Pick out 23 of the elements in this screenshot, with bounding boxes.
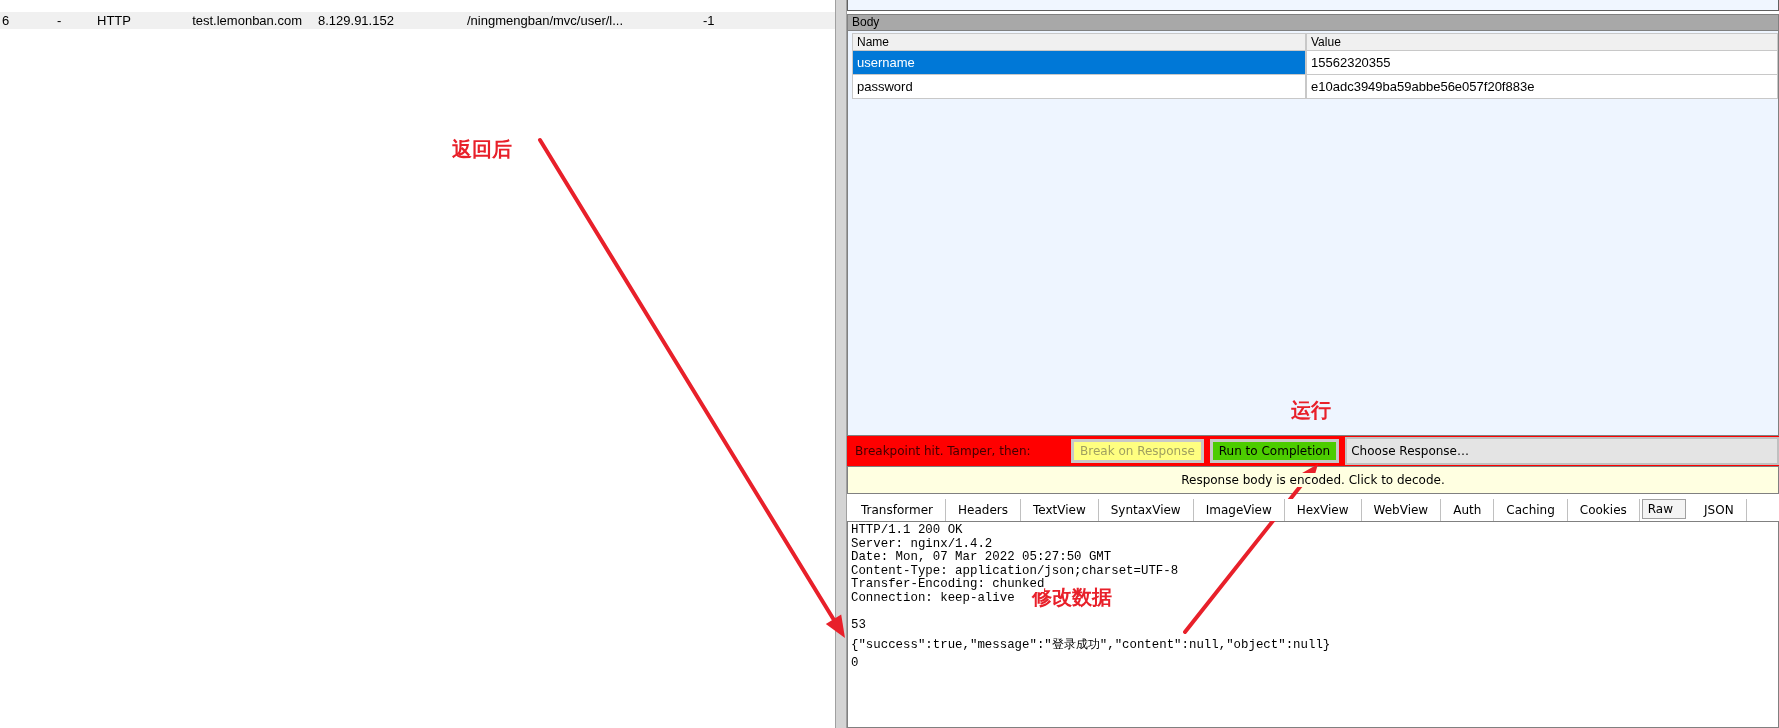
table-cell[interactable]: 15562320355	[1306, 51, 1778, 75]
session-cell-text: HTTP	[96, 13, 132, 28]
session-cell-text: 6	[1, 13, 11, 28]
table-cell[interactable]: username	[852, 51, 1306, 75]
tab[interactable]: HexView	[1284, 499, 1362, 521]
session-cell-text: 8.129.91.152	[317, 13, 395, 28]
response-dropdown[interactable]: Choose Response…	[1345, 437, 1779, 465]
column-header[interactable]: Name	[852, 33, 1306, 51]
annotation-label: 返回后	[452, 136, 512, 163]
section-header: Body	[847, 14, 1779, 31]
pane-splitter[interactable]	[835, 0, 847, 728]
annotation-label: 运行	[1291, 397, 1331, 424]
breakpoint-label: Breakpoint hit. Tamper, then:	[855, 444, 1032, 458]
session-cell-text: test.lemonban.com	[191, 13, 303, 28]
session-cell-text: -1	[702, 13, 716, 28]
run-button[interactable]: Run to Completion	[1209, 439, 1340, 463]
table-cell[interactable]: password	[852, 75, 1306, 99]
session-cell-text: /ningmengban/mvc/user/l...	[466, 13, 625, 28]
table-cell[interactable]: e10adc3949ba59abbe56e057f20f883e	[1306, 75, 1778, 99]
column-header[interactable]: Value	[1306, 33, 1778, 51]
tab[interactable]: Raw	[1641, 499, 1687, 519]
session-cell-text: -	[56, 13, 63, 28]
decode-notice[interactable]: Response body is encoded. Click to decode.	[1181, 473, 1445, 487]
